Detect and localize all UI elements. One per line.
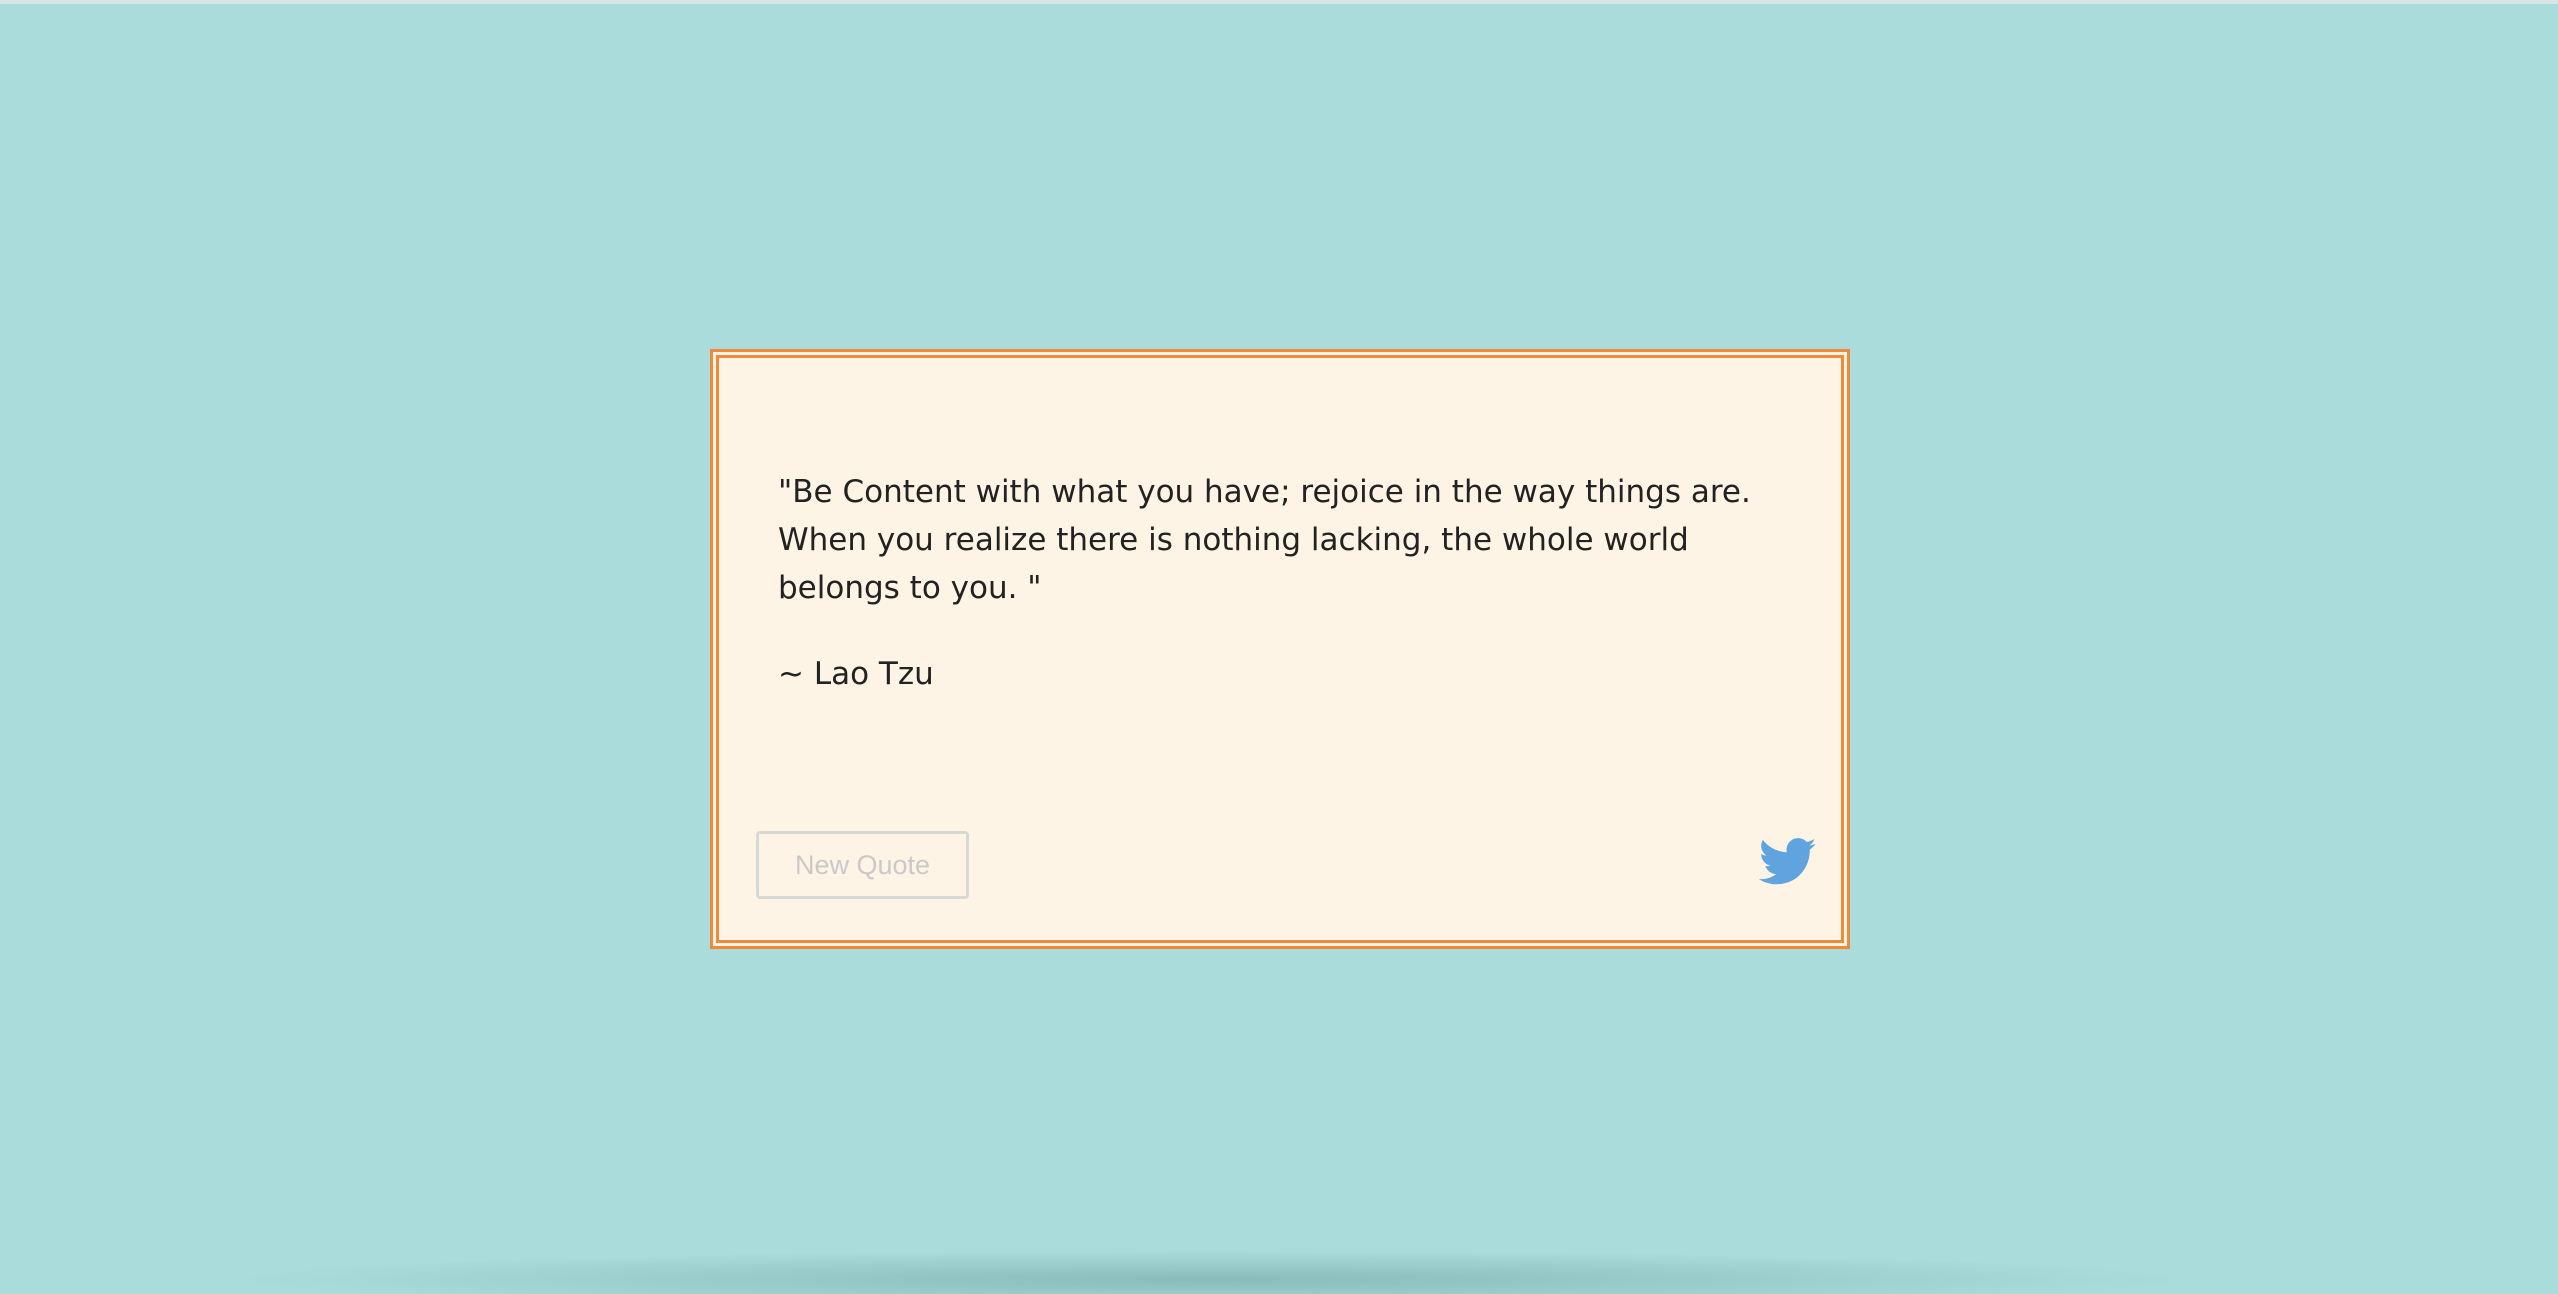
twitter-bird-icon	[1759, 838, 1817, 885]
quote-card: "Be Content with what you have; rejoice …	[710, 349, 1850, 949]
bottom-shadow	[220, 1250, 2200, 1294]
quote-text: "Be Content with what you have; rejoice …	[778, 474, 1751, 606]
quote-card-inner-border: "Be Content with what you have; rejoice …	[716, 355, 1844, 943]
new-quote-button[interactable]: New Quote	[756, 831, 969, 899]
quote-author: ~ Lao Tzu	[778, 656, 934, 692]
browser-top-edge	[0, 0, 2558, 4]
tweet-quote-button[interactable]	[1759, 836, 1817, 888]
